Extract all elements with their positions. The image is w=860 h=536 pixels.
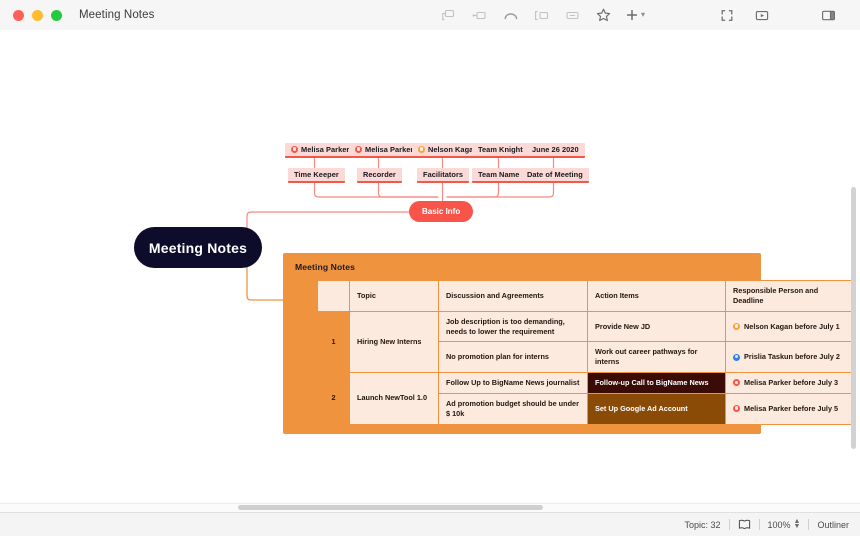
avatar-icon <box>733 354 740 361</box>
right-panel-icon[interactable] <box>820 7 837 24</box>
node-team-name-value[interactable]: Team Knight <box>472 143 529 158</box>
node-label: Team Name <box>478 170 519 179</box>
header-discussion: Discussion and Agreements <box>439 281 588 312</box>
cell-action-item[interactable]: Work out career pathways for interns <box>588 342 726 373</box>
node-role-recorder[interactable]: Recorder <box>357 168 402 183</box>
node-role-facilitators[interactable]: Facilitators <box>417 168 469 183</box>
node-label: Basic Info <box>422 207 460 216</box>
close-button[interactable] <box>13 10 24 21</box>
meeting-notes-table-node[interactable]: Meeting Notes Topic Discussion and Agree… <box>283 253 761 434</box>
cell-action-item-highlighted[interactable]: Set Up Google Ad Account <box>588 393 726 424</box>
zoom-button[interactable] <box>51 10 62 21</box>
node-label: Recorder <box>363 170 396 179</box>
toolbar-right <box>718 0 770 30</box>
cell-action-item-highlighted[interactable]: Follow-up Call to BigName News <box>588 373 726 394</box>
table-title: Meeting Notes <box>283 253 761 280</box>
node-label: Melisa Parker <box>365 145 413 154</box>
node-role-time-keeper[interactable]: Time Keeper <box>288 168 345 183</box>
row-index: 1 <box>318 311 350 372</box>
header-topic: Topic <box>350 281 439 312</box>
node-person-recorder[interactable]: Melisa Parker <box>349 143 419 158</box>
avatar-icon <box>418 146 425 153</box>
row-topic[interactable]: Launch NewTool 1.0 <box>350 373 439 425</box>
star-icon[interactable] <box>595 7 612 24</box>
cell-responsible[interactable]: Melisa Parker before July 5 <box>726 393 854 424</box>
window-title: Meeting Notes <box>79 9 154 21</box>
node-role-team-name[interactable]: Team Name <box>472 168 525 183</box>
avatar-icon <box>355 146 362 153</box>
row-topic[interactable]: Hiring New Interns <box>350 311 439 372</box>
insert-topic-icon[interactable] <box>471 7 488 24</box>
node-label: Nelson Kagan <box>428 145 478 154</box>
topic-count: Topic: 32 <box>684 520 720 530</box>
responsible-text: Melisa Parker before July 3 <box>744 378 838 388</box>
chevron-down-icon: ▼ <box>794 525 801 529</box>
presentation-icon[interactable] <box>753 7 770 24</box>
insert-subtopic-icon[interactable] <box>440 7 457 24</box>
meeting-notes-table: Topic Discussion and Agreements Action I… <box>317 280 854 425</box>
node-label: Time Keeper <box>294 170 339 179</box>
node-person-time-keeper[interactable]: Melisa Parker <box>285 143 355 158</box>
node-label: Date of Meeting <box>527 170 583 179</box>
insert-boundary-icon[interactable] <box>533 7 550 24</box>
node-role-date-of-meeting[interactable]: Date of Meeting <box>521 168 589 183</box>
table-header-row: Topic Discussion and Agreements Action I… <box>318 281 854 312</box>
cell-responsible[interactable]: Melisa Parker before July 3 <box>726 373 854 394</box>
responsible-text: Melisa Parker before July 5 <box>744 404 838 414</box>
node-basic-info[interactable]: Basic Info <box>409 201 473 222</box>
toolbar-center: ▾ <box>440 0 645 30</box>
responsible-text: Prislia Taskun before July 2 <box>744 352 840 362</box>
responsible-text: Nelson Kagan before July 1 <box>744 322 840 332</box>
divider <box>808 519 809 530</box>
outline-book-icon[interactable] <box>738 519 751 530</box>
divider <box>729 519 730 530</box>
cell-action-item[interactable]: Provide New JD <box>588 311 726 342</box>
cell-discussion[interactable]: Follow Up to BigName News journalist <box>439 373 588 394</box>
insert-summary-icon[interactable] <box>564 7 581 24</box>
minimize-button[interactable] <box>32 10 43 21</box>
table-row[interactable]: 2 Launch NewTool 1.0 Follow Up to BigNam… <box>318 373 854 394</box>
header-responsible: Responsible Person and Deadline <box>726 281 854 312</box>
view-mode-button[interactable]: Outliner <box>817 520 849 530</box>
window-controls[interactable] <box>13 10 62 21</box>
zoom-control[interactable]: 100% ▲ ▼ <box>768 520 801 530</box>
node-label: Meeting Notes <box>149 240 247 256</box>
vertical-scrollbar[interactable] <box>851 187 856 449</box>
avatar-icon <box>733 405 740 412</box>
insert-relationship-icon[interactable] <box>502 7 519 24</box>
zoom-stepper[interactable]: ▲ ▼ <box>794 520 801 529</box>
header-action-items: Action Items <box>588 281 726 312</box>
divider <box>759 519 760 530</box>
avatar-icon <box>733 379 740 386</box>
cell-discussion[interactable]: No promotion plan for interns <box>439 342 588 373</box>
node-date-value[interactable]: June 26 2020 <box>526 143 585 158</box>
node-label: June 26 2020 <box>532 145 579 154</box>
row-index: 2 <box>318 373 350 425</box>
avatar-icon <box>733 323 740 330</box>
header-index <box>318 281 350 312</box>
cell-discussion[interactable]: Job description is too demanding, needs … <box>439 311 588 342</box>
add-menu-button[interactable]: ▾ <box>626 9 645 21</box>
node-root-meeting-notes[interactable]: Meeting Notes <box>134 227 262 268</box>
node-label: Melisa Parker <box>301 145 349 154</box>
mindmap-canvas[interactable]: Melisa Parker Melisa Parker Nelson Kagan… <box>0 30 860 508</box>
horizontal-scrollbar[interactable] <box>238 505 543 510</box>
avatar-icon <box>291 146 298 153</box>
chevron-down-icon: ▾ <box>641 11 645 19</box>
title-bar: Meeting Notes <box>0 0 860 31</box>
app-window: Meeting Notes <box>0 0 860 535</box>
cell-responsible[interactable]: Prislia Taskun before July 2 <box>726 342 854 373</box>
focus-mode-icon[interactable] <box>718 7 735 24</box>
cell-responsible[interactable]: Nelson Kagan before July 1 <box>726 311 854 342</box>
node-label: Facilitators <box>423 170 463 179</box>
toolbar-far-right <box>820 0 837 30</box>
cell-discussion[interactable]: Ad promotion budget should be under $ 10… <box>439 393 588 424</box>
zoom-level: 100% <box>768 520 791 530</box>
table-row[interactable]: 1 Hiring New Interns Job description is … <box>318 311 854 342</box>
node-label: Team Knight <box>478 145 523 154</box>
status-bar: Topic: 32 100% ▲ ▼ Outliner <box>0 512 860 536</box>
